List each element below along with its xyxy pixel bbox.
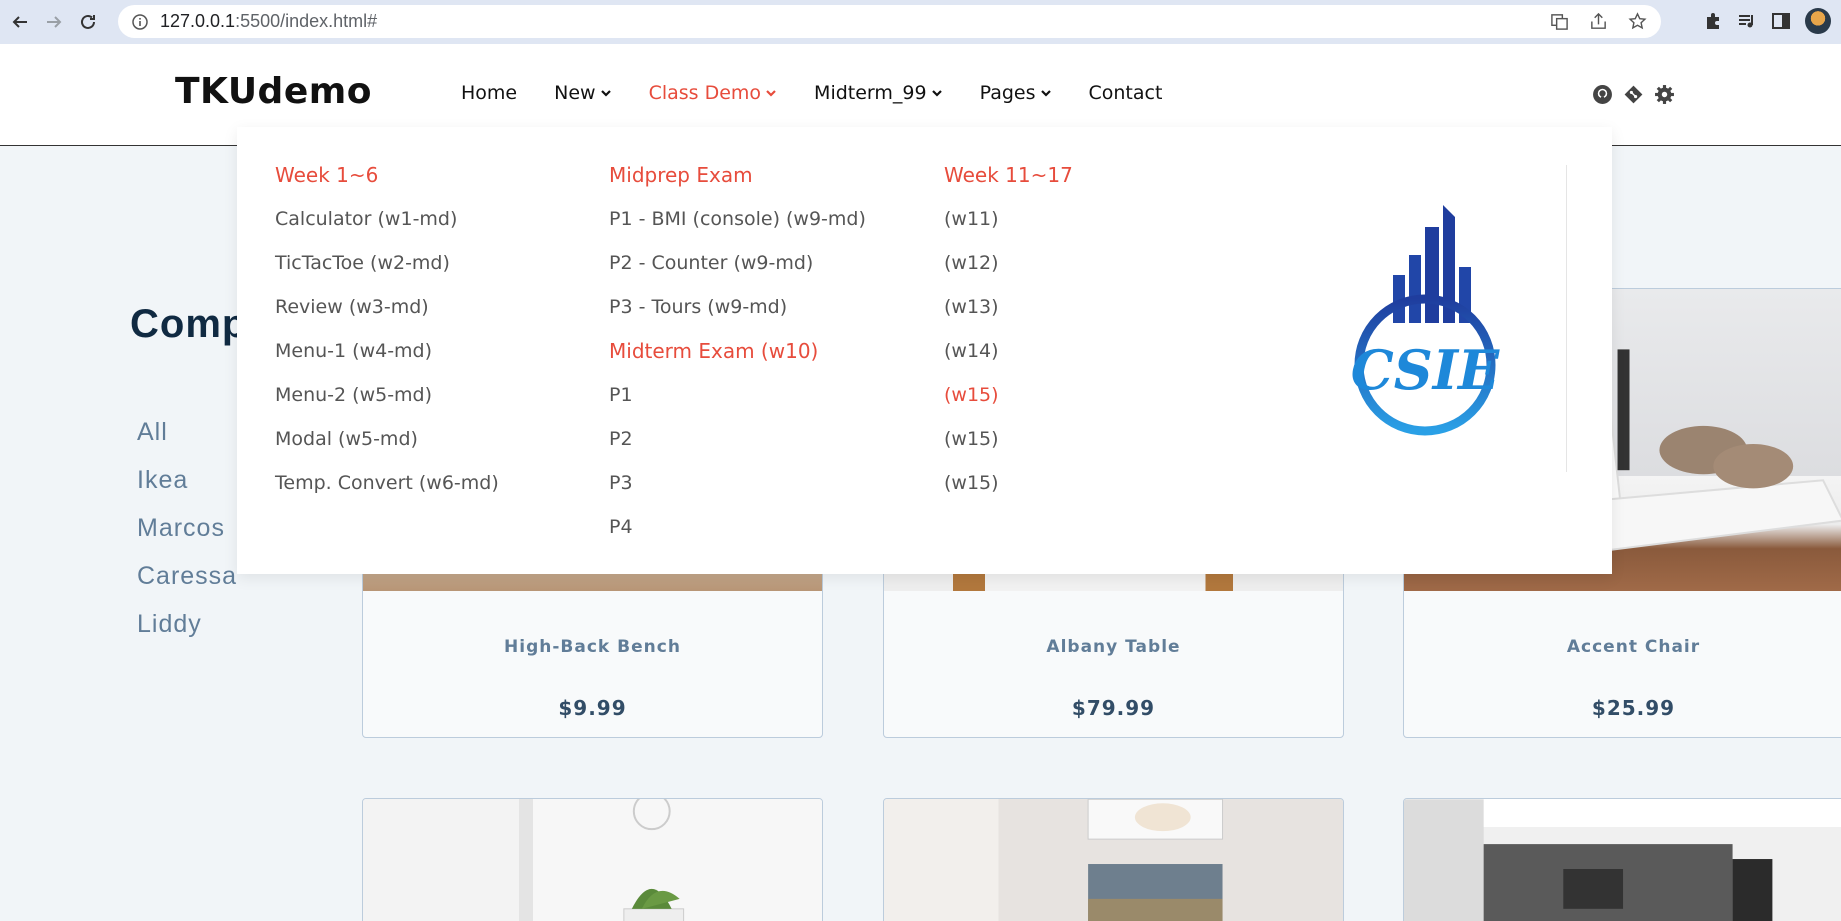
mega-heading: Midprep Exam [609,163,753,187]
settings-gear-icon[interactable] [1654,84,1675,105]
profile-avatar[interactable] [1805,8,1831,34]
room-illustration [1087,799,1224,921]
living-room-illustration [1404,799,1773,921]
class-demo-mega-menu: Week 1~6 Calculator (w1-md) TicTacToe (w… [237,127,1612,574]
social-links [1592,84,1675,105]
mega-link[interactable]: Menu-1 (w4-md) [275,329,499,373]
page-title: Comp [130,302,248,346]
menu-home[interactable]: Home [461,82,517,104]
mega-link[interactable]: (w11) [944,197,1073,241]
mega-link[interactable]: (w14) [944,329,1073,373]
site-logo[interactable]: TKUdemo [175,71,372,112]
mega-link[interactable]: Review (w3-md) [275,285,499,329]
mega-link[interactable]: P2 [609,417,866,461]
extensions-puzzle-icon[interactable] [1703,11,1723,31]
company-filter-all[interactable]: All [137,418,237,466]
mega-link-active[interactable]: (w15) [944,373,1073,417]
product-name: Accent Chair [1566,637,1701,657]
plant-illustration [623,799,685,921]
mega-link[interactable]: TicTacToe (w2-md) [275,241,499,285]
mega-link[interactable]: P3 - Tours (w9-md) [609,285,866,329]
company-filter-caressa[interactable]: Caressa [137,562,237,610]
mega-link[interactable]: P4 [609,505,866,549]
product-image [363,799,822,921]
media-queue-icon[interactable] [1737,11,1757,31]
product-name: Albany Table [1046,637,1181,657]
forward-icon[interactable] [40,8,68,36]
info-icon[interactable] [132,13,148,30]
product-image [884,799,1343,921]
mega-heading: Week 1~6 [275,163,379,187]
mega-link[interactable]: (w15) [944,417,1073,461]
chevron-down-icon [931,90,942,97]
product-name: High-Back Bench [504,637,681,657]
mega-column-exams: Midprep Exam P1 - BMI (console) (w9-md) … [609,153,866,549]
product-card[interactable] [1403,798,1841,921]
svg-text:CSIE: CSIE [1351,338,1500,402]
product-card[interactable] [883,798,1344,921]
github-icon[interactable] [1592,84,1613,105]
product-price: $9.99 [558,696,627,720]
browser-toolbar: 127.0.0.1:5500/index.html# [0,0,1841,44]
company-filter-list: All Ikea Marcos Caressa Liddy [137,418,237,658]
company-filter-ikea[interactable]: Ikea [137,466,237,514]
mega-column-week-11-17: Week 11~17 (w11) (w12) (w13) (w14) (w15)… [944,153,1073,505]
mega-link[interactable]: (w13) [944,285,1073,329]
company-filter-liddy[interactable]: Liddy [137,610,237,658]
product-card[interactable] [362,798,823,921]
chevron-down-icon [1040,90,1051,97]
menu-new[interactable]: New [554,82,611,104]
main-menu: Home New Class Demo Midterm_99 Pages Con… [461,82,1199,104]
mega-link[interactable]: Menu-2 (w5-md) [275,373,499,417]
share-icon[interactable] [1589,12,1608,31]
product-price: $25.99 [1591,696,1676,720]
product-image [1404,799,1841,921]
git-icon[interactable] [1623,84,1644,105]
side-panel-icon[interactable] [1771,11,1791,31]
address-bar[interactable]: 127.0.0.1:5500/index.html# [118,5,1661,38]
mega-link[interactable]: P1 [609,373,866,417]
bookmark-star-icon[interactable] [1628,12,1647,31]
mega-link[interactable]: Temp. Convert (w6-md) [275,461,499,505]
mega-heading: Midterm Exam (w10) [609,339,819,363]
url-text: 127.0.0.1:5500/index.html# [160,11,378,31]
translate-icon[interactable] [1550,12,1569,31]
menu-midterm-99[interactable]: Midterm_99 [814,82,943,104]
chevron-down-icon [600,90,611,97]
mega-heading: Week 11~17 [944,163,1073,187]
mega-link[interactable]: Calculator (w1-md) [275,197,499,241]
mega-link[interactable]: P1 - BMI (console) (w9-md) [609,197,866,241]
menu-class-demo[interactable]: Class Demo [649,82,777,104]
mega-column-week-1-6: Week 1~6 Calculator (w1-md) TicTacToe (w… [275,153,499,505]
csie-logo: CSIE [1351,205,1500,436]
menu-pages[interactable]: Pages [980,82,1052,104]
menu-contact[interactable]: Contact [1089,82,1163,104]
mega-divider [1566,165,1567,472]
product-price: $79.99 [1071,696,1156,720]
mega-link[interactable]: P2 - Counter (w9-md) [609,241,866,285]
mega-link[interactable]: P3 [609,461,866,505]
back-icon[interactable] [6,8,34,36]
mega-link[interactable]: (w12) [944,241,1073,285]
mega-link[interactable]: (w15) [944,461,1073,505]
company-filter-marcos[interactable]: Marcos [137,514,237,562]
reload-icon[interactable] [74,8,102,36]
mega-link[interactable]: Modal (w5-md) [275,417,499,461]
chevron-down-icon [766,90,776,97]
